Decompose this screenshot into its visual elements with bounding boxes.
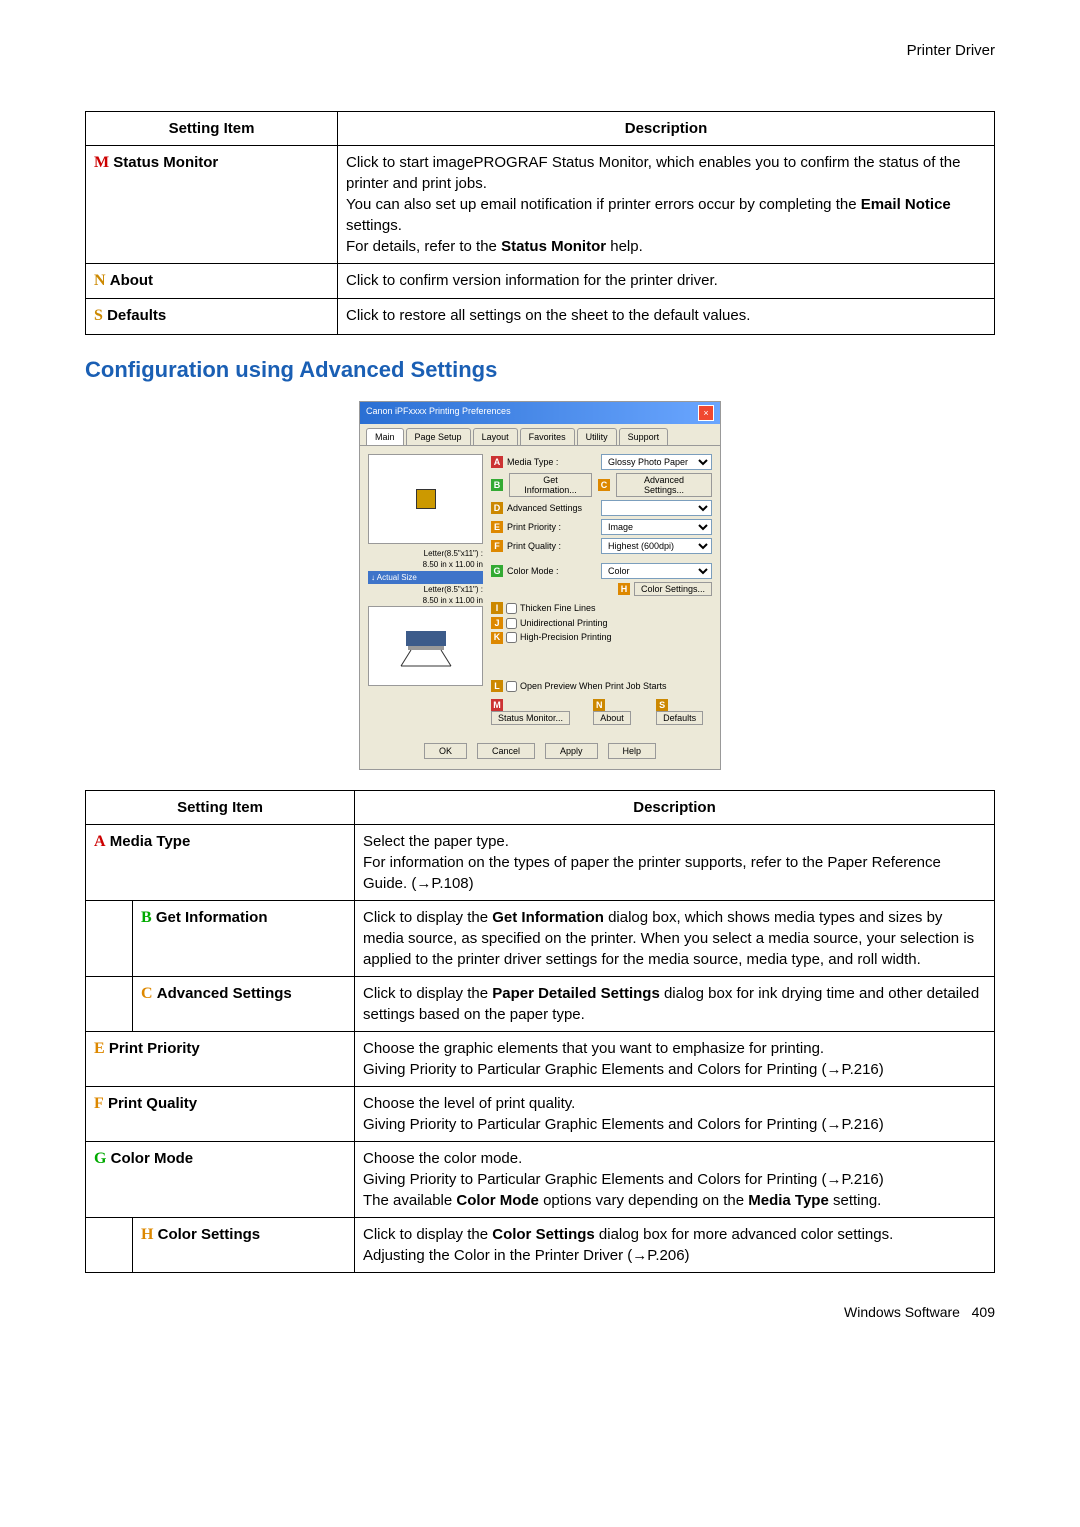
tab-support[interactable]: Support — [619, 428, 669, 446]
th-desc: Description — [338, 112, 995, 146]
table-row: N AboutClick to confirm version informat… — [86, 264, 995, 299]
table-row: A Media TypeSelect the paper type.For in… — [86, 825, 995, 901]
table-row: C Advanced SettingsClick to display the … — [86, 977, 995, 1032]
tab-page-setup[interactable]: Page Setup — [406, 428, 471, 446]
help-button[interactable]: Help — [608, 743, 657, 759]
about-button[interactable]: About — [593, 711, 631, 725]
print-quality-select[interactable]: Highest (600dpi) — [601, 538, 712, 554]
printer-illustration — [368, 606, 483, 686]
tab-main[interactable]: Main — [366, 428, 404, 446]
footer-text: Windows Software — [844, 1304, 960, 1320]
close-icon[interactable]: × — [698, 405, 714, 421]
tab-utility[interactable]: Utility — [577, 428, 617, 446]
tab-layout[interactable]: Layout — [473, 428, 518, 446]
dialog-panel: Letter(8.5"x11") :8.50 in x 11.00 in ↓ A… — [360, 446, 720, 737]
table-row: H Color SettingsClick to display the Col… — [86, 1218, 995, 1273]
unidirectional-check[interactable] — [506, 618, 517, 629]
paper-label-1: Letter(8.5"x11") :8.50 in x 11.00 in — [368, 548, 483, 570]
adv-settings-button[interactable]: Advanced Settings... — [616, 473, 712, 497]
page-preview — [368, 454, 483, 544]
breadcrumb: Printer Driver — [85, 40, 995, 61]
window-title: Canon iPFxxxx Printing Preferences — [366, 405, 511, 421]
actual-size-bar: ↓ Actual Size — [368, 571, 483, 584]
print-priority-select[interactable]: Image — [601, 519, 712, 535]
section-title: Configuration using Advanced Settings — [85, 355, 995, 386]
th-setting: Setting Item — [86, 112, 338, 146]
titlebar: Canon iPFxxxx Printing Preferences × — [360, 402, 720, 424]
tab-favorites[interactable]: Favorites — [520, 428, 575, 446]
get-info-button[interactable]: Get Information... — [509, 473, 592, 497]
thicken-lines-check[interactable] — [506, 603, 517, 614]
form-column: AMedia Type :Glossy Photo Paper BGet Inf… — [491, 454, 712, 729]
footer-page: 409 — [972, 1304, 995, 1320]
color-mode-select[interactable]: Color — [601, 563, 712, 579]
table-row: F Print QualityChoose the level of print… — [86, 1087, 995, 1142]
settings-table-2: Setting Item Description A Media TypeSel… — [85, 790, 995, 1273]
table-row: S DefaultsClick to restore all settings … — [86, 299, 995, 334]
settings-table-1: Setting Item Description M Status Monito… — [85, 111, 995, 335]
dialog-screenshot: Canon iPFxxxx Printing Preferences × Mai… — [359, 401, 721, 771]
th-setting: Setting Item — [86, 791, 355, 825]
open-preview-check[interactable] — [506, 681, 517, 692]
high-precision-check[interactable] — [506, 632, 517, 643]
page-footer: Windows Software 409 — [85, 1303, 995, 1323]
table-row: M Status MonitorClick to start imagePROG… — [86, 146, 995, 264]
paper-label-2: Letter(8.5"x11") :8.50 in x 11.00 in — [368, 584, 483, 606]
th-desc: Description — [355, 791, 995, 825]
dialog-actions: OK Cancel Apply Help — [360, 737, 720, 769]
ok-button[interactable]: OK — [424, 743, 467, 759]
cancel-button[interactable]: Cancel — [477, 743, 535, 759]
status-monitor-button[interactable]: Status Monitor... — [491, 711, 570, 725]
preview-column: Letter(8.5"x11") :8.50 in x 11.00 in ↓ A… — [368, 454, 483, 729]
media-type-select[interactable]: Glossy Photo Paper — [601, 454, 712, 470]
table-row: B Get InformationClick to display the Ge… — [86, 901, 995, 977]
color-settings-button[interactable]: Color Settings... — [634, 582, 712, 596]
table-row: G Color ModeChoose the color mode.Giving… — [86, 1142, 995, 1218]
apply-button[interactable]: Apply — [545, 743, 598, 759]
defaults-button[interactable]: Defaults — [656, 711, 703, 725]
table-row: E Print PriorityChoose the graphic eleme… — [86, 1032, 995, 1087]
tab-bar: MainPage SetupLayoutFavoritesUtilitySupp… — [360, 424, 720, 447]
adv-settings-select[interactable] — [601, 500, 712, 516]
